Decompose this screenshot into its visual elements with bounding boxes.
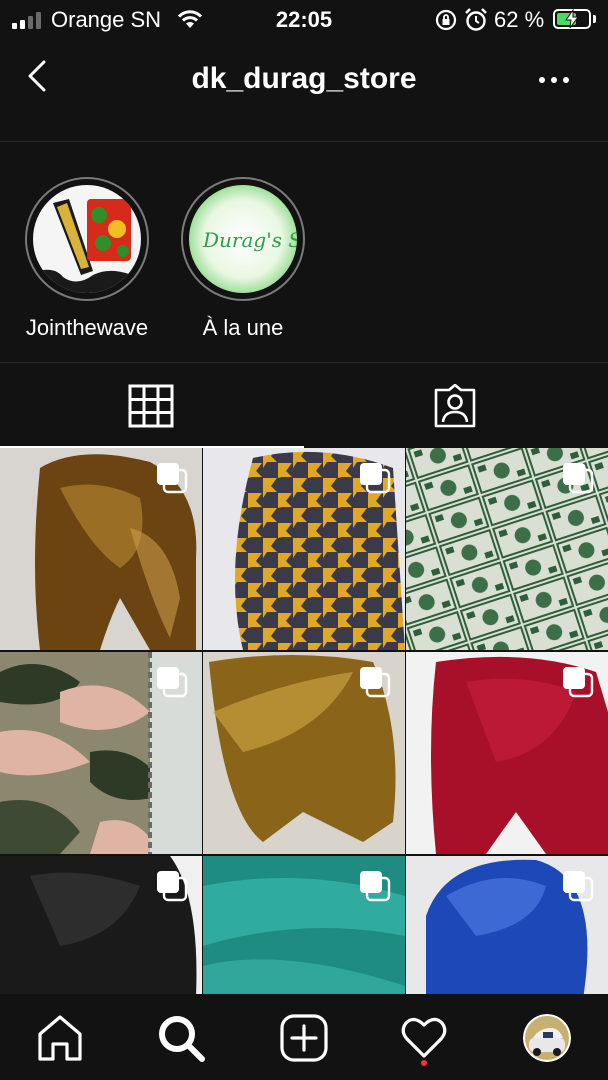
home-icon <box>38 1015 82 1061</box>
highlight-logo-text: Durag's Store <box>202 228 297 252</box>
posts-grid <box>0 448 608 994</box>
more-options-button[interactable] <box>532 64 576 96</box>
nav-activity[interactable] <box>398 1012 450 1064</box>
post-tile[interactable] <box>203 448 405 650</box>
highlight-jointhewave[interactable]: Jointhewave <box>7 177 167 341</box>
post-tile[interactable] <box>203 856 405 994</box>
story-highlights: Jointhewave Durag's Store À la un <box>0 143 608 363</box>
bottom-navigation <box>0 994 608 1080</box>
profile-tabs <box>0 364 608 448</box>
nav-new-post[interactable] <box>278 1012 330 1064</box>
battery-percentage: 62 % <box>494 7 545 32</box>
highlight-cover-image: Durag's Store <box>189 185 297 293</box>
post-tile[interactable] <box>406 448 608 650</box>
highlight-a-la-une[interactable]: Durag's Store À la une <box>163 177 323 341</box>
multiple-photos-icon <box>563 463 594 494</box>
tagged-person-icon <box>434 384 476 428</box>
multiple-photos-icon <box>360 871 391 902</box>
post-tile[interactable] <box>0 448 202 650</box>
alarm-icon <box>465 8 487 31</box>
multiple-photos-icon <box>157 667 188 698</box>
post-tile[interactable] <box>0 652 202 854</box>
post-tile[interactable] <box>406 652 608 854</box>
nav-profile[interactable] <box>523 1014 571 1062</box>
more-horizontal-icon <box>539 77 569 83</box>
post-tile[interactable] <box>0 856 202 994</box>
battery-icon <box>553 9 591 29</box>
notification-dot <box>421 1060 427 1066</box>
highlight-ring: Durag's Store <box>181 177 305 301</box>
grid-icon <box>128 384 174 428</box>
highlight-label: Jointhewave <box>25 315 149 340</box>
highlight-label: À la une <box>202 315 284 340</box>
orientation-lock-icon <box>435 9 457 31</box>
new-post-icon <box>280 1014 328 1062</box>
search-icon <box>159 1016 205 1062</box>
highlight-cover-image <box>33 185 141 293</box>
post-tile[interactable] <box>203 652 405 854</box>
profile-avatar-icon <box>523 1014 571 1062</box>
multiple-photos-icon <box>563 871 594 902</box>
multiple-photos-icon <box>157 463 188 494</box>
post-tile[interactable] <box>406 856 608 994</box>
status-bar: Orange SN 22:05 62 % <box>0 0 608 40</box>
tab-posts[interactable] <box>0 364 304 448</box>
multiple-photos-icon <box>157 871 188 902</box>
activity-heart-icon <box>401 1017 447 1058</box>
profile-header: dk_durag_store <box>0 44 608 142</box>
tab-tagged[interactable] <box>304 364 608 448</box>
battery-terminal <box>593 15 596 23</box>
highlight-ring <box>25 177 149 301</box>
nav-home[interactable] <box>34 1012 86 1064</box>
multiple-photos-icon <box>360 463 391 494</box>
charging-bolt-icon <box>565 9 579 29</box>
page-title: dk_durag_store <box>191 62 417 95</box>
nav-search[interactable] <box>155 1012 207 1064</box>
multiple-photos-icon <box>360 667 391 698</box>
multiple-photos-icon <box>563 667 594 698</box>
